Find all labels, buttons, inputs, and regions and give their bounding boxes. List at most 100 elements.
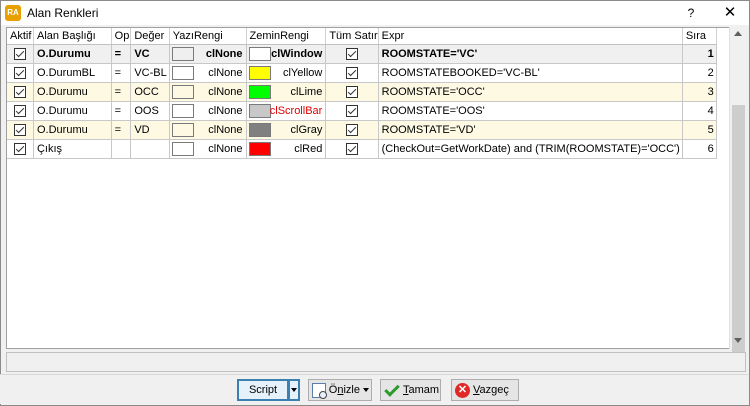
sira-cell[interactable]: 6 [682,139,717,159]
sira-cell[interactable]: 2 [682,63,717,83]
button-bar: Script Önizle Tamam ✕ Vazgeç [0,374,748,404]
op-cell[interactable]: = [111,120,132,140]
yazi-rengi-cell[interactable]: clNone [169,44,247,64]
script-button-label: Script [248,384,278,396]
aktif-cell[interactable] [7,101,34,121]
alan-basligi-cell[interactable]: O.Durumu [33,44,112,64]
sira-cell[interactable]: 5 [682,120,717,140]
zemin-rengi-cell[interactable]: clLime [246,82,327,102]
op-cell[interactable]: = [111,82,132,102]
header-col-zemin-rengi[interactable]: ZeminRengi [246,28,327,45]
aktif-checkbox[interactable] [14,66,27,79]
tum-satir-checkbox[interactable] [346,85,359,98]
table-row[interactable]: O.Durumu = VD clNone clGray ROOMSTATE='VD' 5 [7,120,745,140]
aktif-checkbox[interactable] [14,123,27,136]
op-cell[interactable] [111,139,132,159]
op-cell[interactable]: = [111,101,132,121]
expr-cell[interactable]: ROOMSTATE='VC' [378,44,683,64]
sira-cell[interactable]: 1 [682,44,717,64]
deger-cell[interactable] [130,139,170,159]
tum-satir-checkbox[interactable] [346,104,359,117]
text-color-swatch [171,46,194,61]
tum-satir-cell[interactable] [325,120,379,140]
preview-dropdown-button[interactable] [360,379,372,401]
yazi-rengi-cell[interactable]: clNone [169,82,247,102]
vertical-scrollbar[interactable] [729,27,746,361]
tum-satir-cell[interactable] [325,101,379,121]
script-dropdown-button[interactable] [288,379,300,401]
aktif-checkbox[interactable] [14,142,27,155]
tum-satir-cell[interactable] [325,44,379,64]
help-button[interactable]: ? [673,3,709,23]
aktif-cell[interactable] [7,120,34,140]
yazi-rengi-cell[interactable]: clNone [169,101,247,121]
scroll-up-arrow-icon[interactable] [734,31,742,36]
tum-satir-checkbox[interactable] [346,123,359,136]
header-col-sira[interactable]: Sıra [682,28,717,45]
field-colors-grid[interactable]: Aktif Alan Başlığı Op Değer YazıRengi ZeminRe… [6,27,746,349]
zemin-rengi-cell[interactable]: clWindow [246,44,327,64]
aktif-checkbox[interactable] [14,85,27,98]
aktif-checkbox[interactable] [14,104,27,117]
title-bar: RA Alan Renkleri ? ✕ [1,1,749,25]
alan-basligi-cell[interactable]: O.Durumu [33,120,112,140]
scrollbar-thumb[interactable] [732,105,745,361]
deger-cell[interactable]: OOS [130,101,170,121]
tum-satir-checkbox[interactable] [346,142,359,155]
zemin-rengi-cell[interactable]: clGray [246,120,327,140]
script-button[interactable]: Script [237,379,289,401]
table-row[interactable]: O.Durumu = OCC clNone clLime ROOMSTATE='OCC' 3 [7,82,745,102]
table-row[interactable]: O.DurumBL = VC-BL clNone clYellow ROOMSTATEBO… [7,63,745,83]
header-col-expr[interactable]: Expr [378,28,683,45]
aktif-cell[interactable] [7,44,34,64]
zemin-rengi-cell[interactable]: clYellow [246,63,327,83]
alan-basligi-cell[interactable]: Çıkış [33,139,112,159]
expr-cell[interactable]: ROOMSTATE='OOS' [378,101,683,121]
cancel-button[interactable]: ✕ Vazgeç [451,379,519,401]
deger-cell[interactable]: OCC [130,82,170,102]
tum-satir-cell[interactable] [325,139,379,159]
header-col-aktif[interactable]: Aktif [7,28,34,45]
preview-button[interactable]: Önizle [308,379,361,401]
header-col-alan-basligi[interactable]: Alan Başlığı [33,28,112,45]
deger-cell[interactable]: VC [130,44,170,64]
table-row[interactable]: O.Durumu = OOS clNone clScrollBar ROOMSTATE='… [7,101,745,121]
table-row[interactable]: Çıkış clNone clRed (CheckOut=GetWorkDate) a… [7,139,745,159]
expr-cell[interactable]: (CheckOut=GetWorkDate) and (TRIM(ROOMSTA… [378,139,683,159]
text-color-name: clNone [205,47,243,60]
ok-button[interactable]: Tamam [380,379,441,401]
table-row[interactable]: O.Durumu = VC clNone clWindow ROOMSTATE='VC' 1 [7,44,745,64]
header-col-op[interactable]: Op [111,28,132,45]
zemin-rengi-cell[interactable]: clScrollBar [246,101,327,121]
header-col-tum-satir[interactable]: Tüm Satır [325,28,379,45]
deger-cell[interactable]: VD [130,120,170,140]
aktif-cell[interactable] [7,82,34,102]
header-col-yazi-rengi[interactable]: YazıRengi [169,28,247,45]
alan-basligi-cell[interactable]: O.Durumu [33,82,112,102]
aktif-cell[interactable] [7,139,34,159]
tum-satir-cell[interactable] [325,82,379,102]
sira-cell[interactable]: 3 [682,82,717,102]
expr-cell[interactable]: ROOMSTATEBOOKED='VC-BL' [378,63,683,83]
tum-satir-checkbox[interactable] [346,66,359,79]
sira-cell[interactable]: 4 [682,101,717,121]
yazi-rengi-cell[interactable]: clNone [169,63,247,83]
tum-satir-cell[interactable] [325,63,379,83]
aktif-checkbox[interactable] [14,47,27,60]
scroll-down-arrow-icon[interactable] [734,338,742,343]
alan-basligi-cell[interactable]: O.DurumBL [33,63,112,83]
tum-satir-checkbox[interactable] [346,47,359,60]
yazi-rengi-cell[interactable]: clNone [169,139,247,159]
zemin-rengi-cell[interactable]: clRed [246,139,327,159]
deger-cell[interactable]: VC-BL [130,63,170,83]
header-col-deger[interactable]: Değer [130,28,170,45]
expr-cell[interactable]: ROOMSTATE='VD' [378,120,683,140]
op-cell[interactable]: = [111,63,132,83]
aktif-cell[interactable] [7,63,34,83]
expr-cell[interactable]: ROOMSTATE='OCC' [378,82,683,102]
close-button[interactable]: ✕ [713,3,747,23]
yazi-rengi-cell[interactable]: clNone [169,120,247,140]
alan-basligi-cell[interactable]: O.Durumu [33,101,112,121]
background-color-name: clLime [290,85,323,98]
op-cell[interactable]: = [111,44,132,64]
